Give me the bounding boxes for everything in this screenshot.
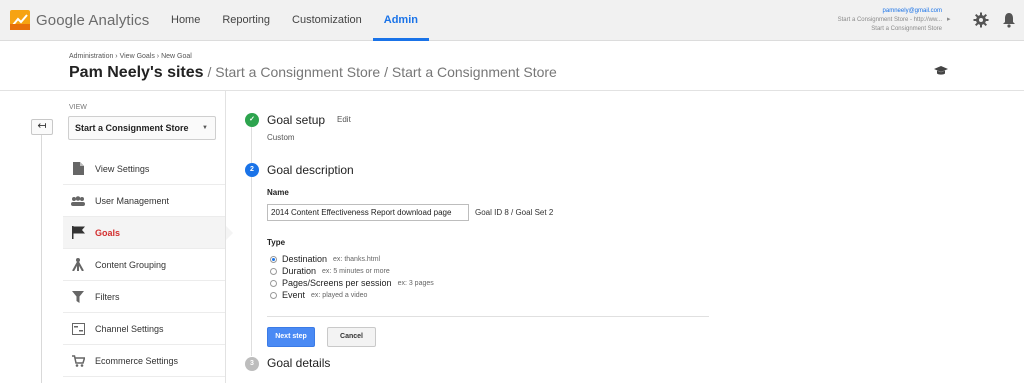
- sidebar-item-label: Ecommerce Settings: [95, 355, 179, 366]
- radio-label: Pages/Screens per session: [282, 278, 392, 288]
- view-select[interactable]: Start a Consignment Store ▼: [68, 116, 216, 140]
- nav-home[interactable]: Home: [160, 0, 211, 41]
- account-name: Pam Neely's sites: [69, 64, 204, 81]
- flag-icon: [71, 226, 85, 240]
- sidebar-item-label: Channel Settings: [95, 323, 164, 334]
- page-title: Pam Neely's sites / Start a Consignment …: [69, 64, 557, 82]
- sidebar-item-filters[interactable]: Filters: [63, 281, 225, 313]
- sidebar-item-view-settings[interactable]: View Settings: [63, 153, 225, 185]
- type-radio-event[interactable]: Event ex: played a video: [270, 290, 367, 300]
- radio-label: Duration: [282, 266, 317, 276]
- admin-view-menu: View Settings User Management Goals Cont…: [63, 153, 233, 377]
- next-step-button[interactable]: Next step: [267, 327, 315, 347]
- goal-setup-value: Custom: [267, 133, 295, 142]
- sidebar-item-goals[interactable]: Goals: [63, 217, 233, 249]
- chevron-down-icon: ▼: [202, 125, 208, 131]
- top-bar: Google Analytics Home Reporting Customiz…: [0, 0, 1024, 41]
- breadcrumb[interactable]: Administration › View Goals › New Goal: [69, 53, 192, 60]
- graduation-cap-icon[interactable]: [934, 66, 948, 76]
- sidebar-item-label: User Management: [95, 195, 170, 206]
- radio-example: ex: thanks.html: [333, 255, 381, 263]
- sidebar-item-label: View Settings: [95, 163, 150, 174]
- account-property: Start a Consignment Store - http://ww...: [837, 17, 942, 23]
- sidebar-item-user-management[interactable]: User Management: [63, 185, 225, 217]
- step-number-badge: 3: [245, 357, 259, 371]
- type-label: Type: [267, 238, 286, 247]
- page-header: Administration › View Goals › New Goal P…: [0, 41, 1024, 91]
- goal-id-text: Goal ID 8 / Goal Set 2: [475, 208, 554, 217]
- settings-gear-icon[interactable]: [973, 12, 989, 28]
- section-divider: [267, 316, 709, 317]
- step-complete-check-icon: ✓: [245, 113, 259, 127]
- radio-label: Event: [282, 290, 306, 300]
- logo-text: Google Analytics: [36, 11, 150, 29]
- account-email: pamneely@gmail.com: [882, 8, 942, 14]
- sidebar-item-ecommerce-settings[interactable]: Ecommerce Settings: [63, 345, 225, 377]
- account-view: Start a Consignment Store: [871, 26, 942, 32]
- column-divider: [41, 135, 42, 383]
- cancel-button[interactable]: Cancel: [327, 327, 376, 347]
- users-icon: [71, 194, 85, 208]
- radio-example: ex: played a video: [311, 291, 368, 299]
- goal-description-title: Goal description: [267, 163, 354, 177]
- back-button[interactable]: ↤: [31, 119, 53, 135]
- google-analytics-logo[interactable]: Google Analytics: [10, 10, 149, 30]
- nav-reporting[interactable]: Reporting: [211, 0, 281, 41]
- nav-customization[interactable]: Customization: [281, 0, 373, 41]
- step-rail: [251, 177, 252, 356]
- edit-goal-setup-link[interactable]: Edit: [337, 115, 351, 124]
- name-label: Name: [267, 188, 289, 197]
- document-icon: [71, 162, 85, 176]
- type-radio-destination[interactable]: Destination ex: thanks.html: [270, 254, 380, 264]
- radio-button[interactable]: [270, 267, 277, 275]
- view-select-value: Start a Consignment Store: [75, 123, 189, 133]
- radio-button[interactable]: [270, 255, 277, 263]
- step-rail: [251, 127, 252, 163]
- radio-example: ex: 3 pages: [397, 279, 434, 287]
- grouping-icon: [71, 258, 85, 272]
- panel-divider: [225, 91, 226, 383]
- sidebar-item-label: Content Grouping: [95, 259, 167, 270]
- step-number-badge: 2: [245, 163, 259, 177]
- radio-button[interactable]: [270, 291, 277, 299]
- radio-button[interactable]: [270, 279, 277, 287]
- channel-icon: [71, 322, 85, 336]
- type-radio-duration[interactable]: Duration ex: 5 minutes or more: [270, 266, 390, 276]
- main-nav: Home Reporting Customization Admin: [160, 0, 429, 41]
- radio-label: Destination: [282, 254, 328, 264]
- filter-icon: [71, 290, 85, 304]
- goal-setup-title: Goal setup: [267, 113, 326, 127]
- nav-admin[interactable]: Admin: [372, 0, 429, 41]
- sidebar-item-label: Filters: [95, 291, 120, 302]
- goal-name-input[interactable]: 2014 Content Effectiveness Report downlo…: [267, 204, 469, 221]
- sidebar-item-channel-settings[interactable]: Channel Settings: [63, 313, 225, 345]
- sidebar-item-label: Goals: [95, 227, 121, 238]
- notifications-bell-icon[interactable]: [1002, 12, 1016, 28]
- type-radio-pages-screens[interactable]: Pages/Screens per session ex: 3 pages: [270, 278, 434, 288]
- cart-icon: [71, 354, 85, 368]
- view-label: VIEW: [69, 104, 87, 111]
- account-caret-icon[interactable]: ▸: [947, 15, 951, 23]
- sidebar-item-content-grouping[interactable]: Content Grouping: [63, 249, 225, 281]
- analytics-logo-icon: [10, 10, 30, 30]
- account-selector[interactable]: pamneely@gmail.com Start a Consignment S…: [800, 7, 942, 34]
- property-view-path: / Start a Consignment Store / Start a Co…: [203, 64, 557, 80]
- goal-details-title: Goal details: [267, 356, 331, 370]
- radio-example: ex: 5 minutes or more: [322, 267, 390, 275]
